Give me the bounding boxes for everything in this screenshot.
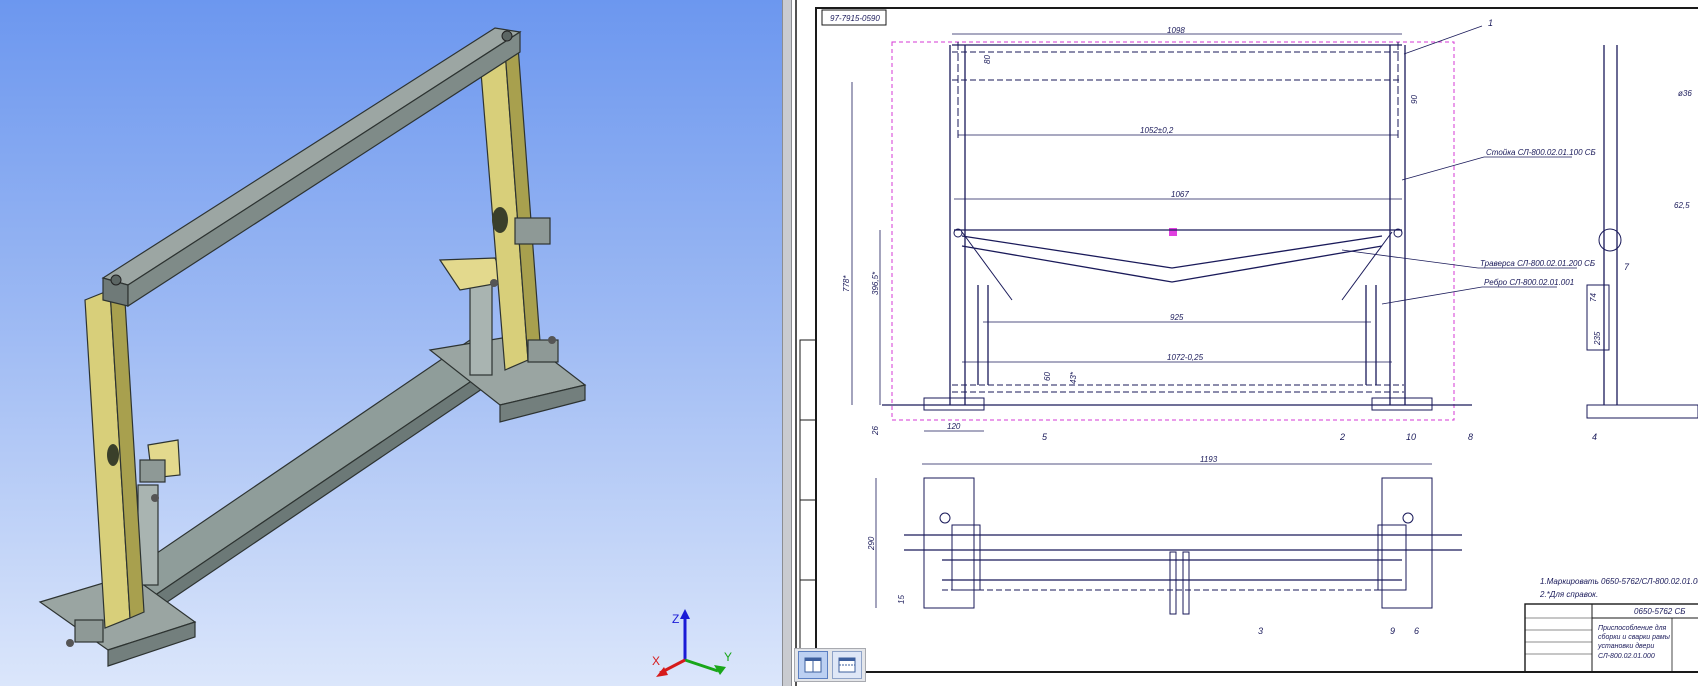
title-name-line2: сборки и сварки рамы [1598,633,1671,641]
dim-1072: 1072-0,25 [1167,353,1204,362]
leader-traversa: Траверса СЛ-800.02.01.200 СБ [1480,259,1595,268]
callout-8: 8 [1468,432,1473,442]
view-layout-toolbar [794,648,866,682]
note-1: 1.Маркировать 0650-5762/СЛ-800.02.01.000 [1540,577,1698,586]
dim-1052: 1052±0,2 [1140,126,1174,135]
dim-235: 235 [1593,331,1602,346]
axis-triad: Z Y X [652,609,732,677]
dim-1067: 1067 [1171,190,1189,199]
callout-2: 2 [1339,432,1345,442]
note-2: 2.*Для справок. [1539,590,1598,599]
dim-80: 80 [983,55,992,64]
title-name-line3: установки двери [1597,642,1654,650]
dim-925: 925 [1170,313,1184,322]
drawing-sheet[interactable]: 97-7915-0590 1098 80 90 1052±0,2 1067 92… [792,0,1698,686]
dim-62: 62,5 [1674,201,1690,210]
fixture-3d-model[interactable] [0,0,782,686]
dim-396: 396,5* [871,271,880,295]
axis-y-label: Y [724,650,732,664]
dim-1098: 1098 [1167,26,1185,35]
dim-60: 60 [1043,372,1052,381]
split-horizontal-button[interactable] [832,651,862,679]
dim-43: 43* [1069,371,1078,384]
callout-6: 6 [1414,626,1419,636]
title-name-line4: СЛ-800.02.01.000 [1598,653,1655,660]
callout-3: 3 [1258,626,1263,636]
dim-90: 90 [1410,95,1419,104]
callout-1: 1 [1488,18,1493,28]
dim-36: ø36 [1678,89,1692,98]
split-vertical-icon [804,657,822,673]
axis-x-label: X [652,654,660,668]
title-designation: 0650-5762 СБ [1634,607,1685,616]
dim-120: 120 [947,422,961,431]
pane-splitter[interactable] [782,0,792,686]
split-vertical-button[interactable] [798,651,828,679]
leader-rebro: Ребро СЛ-800.02.01.001 [1484,278,1574,287]
title-name-line1: Приспособление для [1598,624,1667,632]
dim-290: 290 [867,536,876,551]
axis-z-label: Z [672,612,679,626]
leader-stoyka: Стойка СЛ-800.02.01.100 СБ [1486,148,1596,157]
callout-4: 4 [1592,432,1597,442]
assembly-drawing: 97-7915-0590 1098 80 90 1052±0,2 1067 92… [792,0,1698,686]
dim-1193: 1193 [1200,455,1218,464]
split-horizontal-icon [838,657,856,673]
dim-778: 778* [842,275,851,292]
dim-15: 15 [897,595,906,604]
dim-74: 74 [1589,293,1598,302]
dim-26: 26 [871,426,880,436]
callout-9: 9 [1390,626,1395,636]
drawing-stamp: 97-7915-0590 [830,14,880,23]
callout-10: 10 [1406,432,1416,442]
model-3d-viewport[interactable]: Z Y X [0,0,782,686]
